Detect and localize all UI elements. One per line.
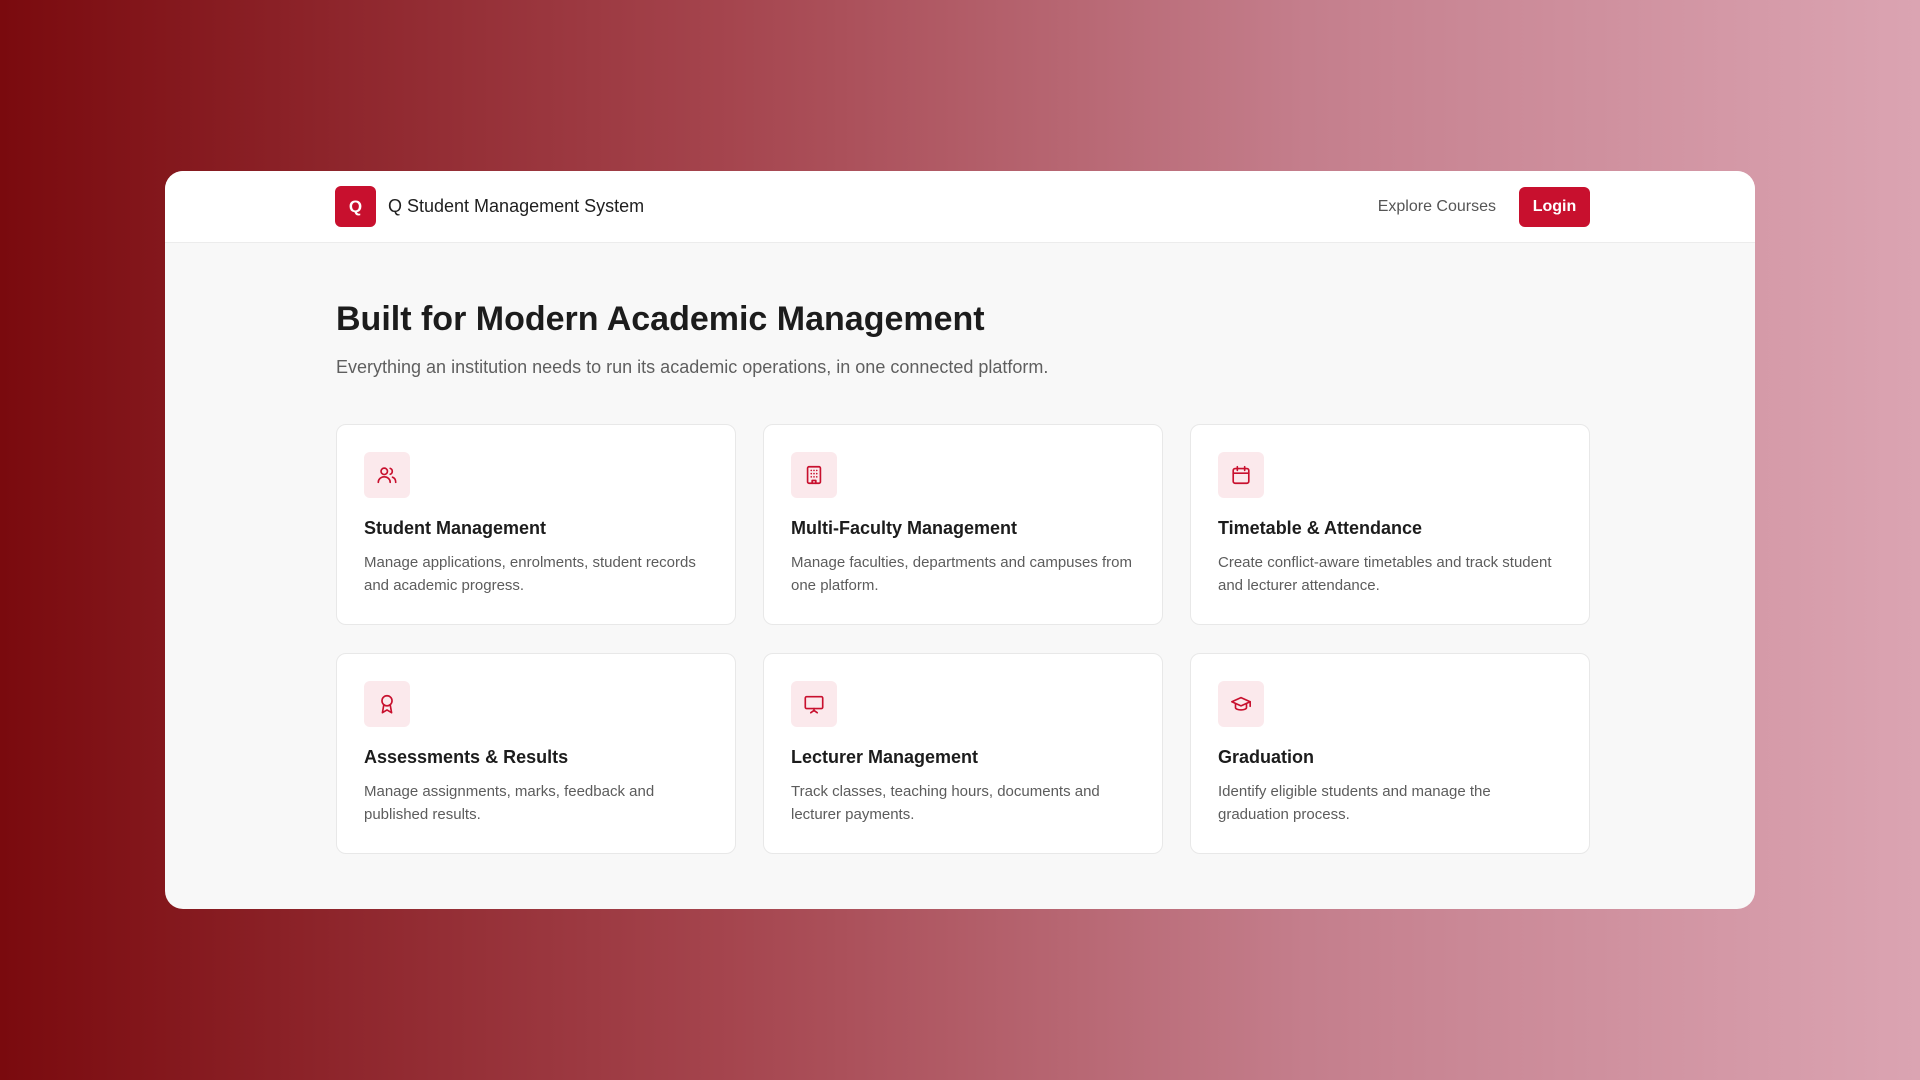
feature-title: Multi-Faculty Management	[791, 518, 1018, 538]
feature-title: Assessments & Results	[364, 747, 569, 767]
page-title: Built for Modern Academic Management	[336, 300, 985, 338]
app-window: Q Q Student Management System Explore Co…	[165, 171, 1755, 909]
feature-title: Graduation	[1218, 747, 1315, 767]
award-icon	[364, 681, 410, 727]
feature-title: Lecturer Management	[791, 747, 979, 767]
feature-description: Identify eligible students and manage th…	[1218, 783, 1491, 823]
feature-card-timetable: Timetable & Attendance Create conflict-a…	[1190, 424, 1590, 625]
calendar-icon	[1218, 452, 1264, 498]
feature-description: Track classes, teaching hours, documents…	[791, 783, 1100, 823]
feature-card-lecturer: Lecturer Management Track classes, teach…	[763, 653, 1163, 854]
page-subtitle: Everything an institution needs to run i…	[336, 357, 1049, 377]
feature-description: Manage faculties, departments and campus…	[791, 554, 1133, 594]
feature-description: Create conflict-aware timetables and tra…	[1218, 554, 1552, 594]
feature-description: Manage applications, enrolments, student…	[364, 554, 696, 594]
building-icon	[791, 452, 837, 498]
graduation-cap-icon	[1218, 681, 1264, 727]
feature-card-multi-faculty: Multi-Faculty Management Manage facultie…	[763, 424, 1163, 625]
feature-title: Student Management	[364, 518, 547, 538]
header-nav: Explore Courses Login	[1378, 186, 1590, 227]
brand[interactable]: Q Q Student Management System	[335, 186, 644, 227]
presentation-icon	[791, 681, 837, 727]
main-content: Built for Modern Academic Management Eve…	[165, 243, 1755, 854]
feature-card-graduation: Graduation Identify eligible students an…	[1190, 653, 1590, 854]
app-name: Q Student Management System	[388, 196, 645, 216]
explore-courses-link[interactable]: Explore Courses	[1378, 198, 1496, 216]
feature-title: Timetable & Attendance	[1218, 518, 1423, 538]
users-icon	[364, 452, 410, 498]
logo-icon: Q	[335, 186, 376, 227]
login-button[interactable]: Login	[1519, 186, 1590, 227]
top-navbar: Q Q Student Management System Explore Co…	[165, 171, 1755, 243]
feature-description: Manage assignments, marks, feedback and …	[364, 783, 655, 823]
feature-card-student-management: Student Management Manage applications, …	[336, 424, 736, 625]
feature-card-assessments: Assessments & Results Manage assignments…	[336, 653, 736, 854]
feature-grid: Student Management Manage applications, …	[336, 424, 1755, 854]
